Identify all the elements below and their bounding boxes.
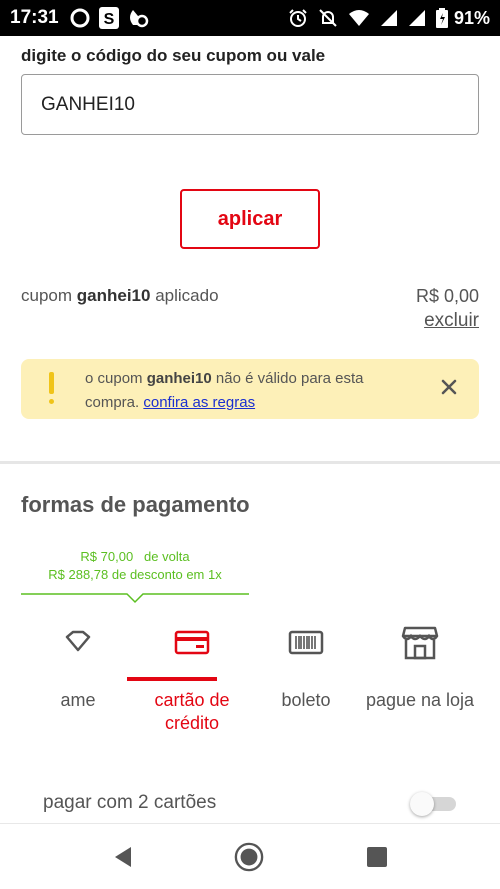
remove-coupon-link[interactable]: excluir	[424, 310, 479, 332]
discount-line: R$ 288,78 de desconto em 1x	[48, 567, 222, 582]
signal-icon-2	[408, 9, 426, 27]
data-saver-icon	[127, 7, 149, 29]
payment-option-label: cartão de crédito	[154, 690, 230, 733]
status-time: 17:31	[10, 7, 59, 28]
warning-message: o cupom ganhei10 não é válido para esta …	[85, 367, 415, 415]
applied-code: ganhei10	[76, 286, 151, 305]
alarm-icon	[288, 8, 308, 28]
wifi-icon	[348, 9, 370, 27]
applied-suffix: aplicado	[155, 286, 219, 305]
coupon-label: digite o código do seu cupom ou vale	[21, 46, 326, 65]
notifications-off-icon	[318, 8, 338, 28]
warning-prefix: o cupom	[85, 370, 143, 387]
promo-banner: R$ 70,00 de volta R$ 288,78 de desconto …	[21, 548, 249, 584]
two-cards-toggle[interactable]	[410, 792, 458, 816]
cashback-text: de volta	[144, 549, 190, 564]
selected-option-indicator	[127, 677, 217, 681]
rules-link[interactable]: confira as regras	[143, 394, 255, 411]
signal-icon	[380, 9, 398, 27]
status-bar: 17:31 S 91%	[0, 0, 500, 36]
battery-icon	[435, 8, 448, 28]
credit-card-icon	[174, 630, 210, 655]
applied-coupon-text: cupom ganhei10 aplicado	[21, 286, 219, 305]
payment-option-ame[interactable]: ame	[21, 624, 135, 744]
android-nav-bar	[0, 823, 500, 889]
applied-prefix: cupom	[21, 286, 73, 305]
home-icon[interactable]	[234, 842, 264, 872]
battery-percent: 91%	[453, 7, 490, 28]
cashback-line: R$ 70,00 de volta	[21, 548, 249, 566]
promo-pointer	[21, 593, 249, 604]
exclamation-icon	[49, 372, 55, 406]
recents-icon[interactable]	[362, 842, 392, 872]
close-icon[interactable]	[439, 377, 459, 397]
back-icon[interactable]	[108, 842, 138, 872]
applied-coupon-row: cupom ganhei10 aplicado R$ 0,00 excluir	[21, 286, 479, 331]
applied-coupon-value: R$ 0,00	[415, 286, 479, 306]
store-icon	[401, 626, 439, 660]
barcode-icon	[288, 630, 324, 655]
payment-option-store[interactable]: pague na loja	[363, 624, 477, 744]
payment-option-label: ame	[60, 690, 96, 710]
payment-options: ame cartão de crédito boleto pague na lo…	[21, 624, 479, 744]
payment-option-credit-card[interactable]: cartão de crédito	[135, 624, 249, 744]
svg-text:S: S	[103, 11, 114, 28]
payment-option-label: boleto	[281, 690, 331, 710]
dollar-app-icon: S	[98, 7, 119, 29]
coupon-input[interactable]	[21, 74, 479, 135]
diamond-icon	[65, 630, 91, 652]
warning-code: ganhei10	[146, 370, 212, 387]
two-cards-label: pagar com 2 cartões	[43, 792, 217, 813]
sync-icon	[69, 7, 91, 29]
invalid-coupon-warning: o cupom ganhei10 não é válido para esta …	[21, 359, 479, 419]
payment-option-boleto[interactable]: boleto	[249, 624, 363, 744]
payment-methods-title: formas de pagamento	[21, 492, 250, 517]
cashback-amount: R$ 70,00	[80, 549, 134, 564]
apply-coupon-button[interactable]: aplicar	[180, 189, 320, 249]
payment-option-label: pague na loja	[365, 690, 475, 710]
section-divider	[0, 461, 500, 464]
